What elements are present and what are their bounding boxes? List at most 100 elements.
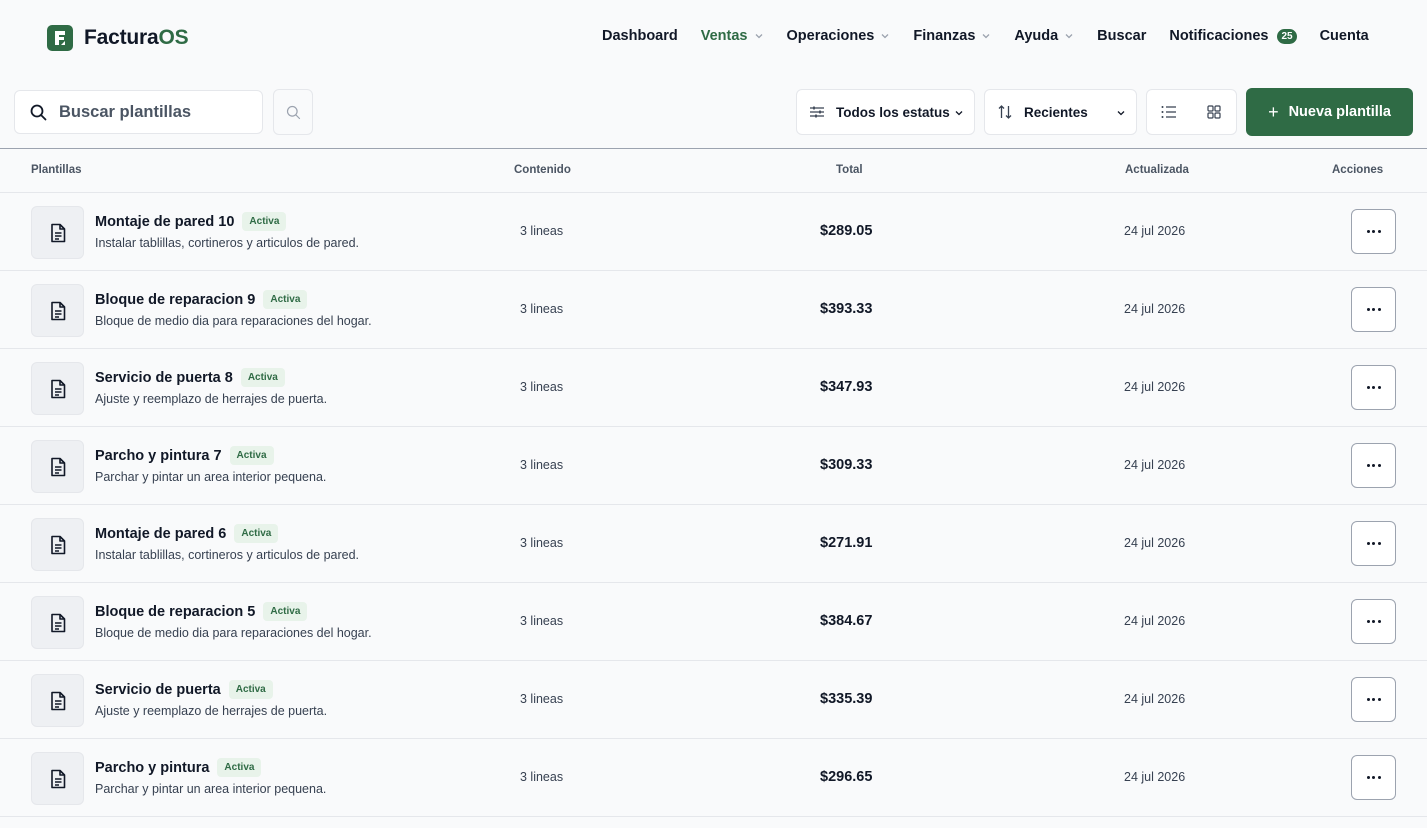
status-badge: Activa — [240, 368, 285, 387]
brand-logo[interactable]: FacturaOS — [47, 25, 189, 51]
search-templates-field[interactable] — [14, 90, 263, 134]
table-row[interactable]: Parcho y pintura Activa Parchar y pintar u… — [0, 739, 1427, 817]
chevron-down-icon — [755, 34, 762, 39]
header-updated[interactable]: Actualizada — [1125, 164, 1189, 176]
nav-notificaciones[interactable]: Notificaciones 25 — [1169, 28, 1297, 44]
document-icon — [31, 596, 84, 649]
template-name[interactable]: Bloque de reparacion 5 — [95, 604, 255, 620]
plus-icon: + — [1268, 102, 1279, 122]
table-row[interactable]: Servicio de puerta 8 Activa Ajuste y reemp… — [0, 349, 1427, 427]
chevron-down-icon — [955, 111, 963, 116]
nav-finanzas[interactable]: Finanzas — [913, 28, 991, 44]
template-updated: 24 jul 2026 — [1124, 536, 1186, 550]
template-name[interactable]: Parcho y pintura — [95, 760, 209, 776]
more-horizontal-icon — [1366, 230, 1381, 233]
search-input[interactable] — [59, 102, 239, 122]
template-content: 3 lineas — [520, 302, 564, 316]
notification-count-badge: 25 — [1277, 28, 1297, 44]
more-horizontal-icon — [1366, 542, 1381, 545]
nav-dashboard[interactable]: Dashboard — [602, 28, 678, 44]
template-content: 3 lineas — [520, 380, 564, 394]
template-name-cell: Parcho y pintura Activa — [95, 758, 262, 777]
template-description: Ajuste y reemplazo de herrajes de puerta… — [95, 704, 328, 718]
template-description: Instalar tablillas, cortineros y articul… — [95, 548, 360, 562]
template-total: $347.93 — [820, 379, 873, 395]
more-horizontal-icon — [1366, 386, 1381, 389]
template-total: $296.65 — [820, 769, 873, 785]
header-actions: Acciones — [1332, 164, 1384, 176]
table-row[interactable]: Servicio de puerta Activa Ajuste y reempla… — [0, 661, 1427, 739]
nav-operaciones[interactable]: Operaciones — [787, 28, 891, 44]
nav-ayuda[interactable]: Ayuda — [1014, 28, 1074, 44]
table-row[interactable]: Bloque de reparacion 9 Activa Bloque de me… — [0, 271, 1427, 349]
template-content: 3 lineas — [520, 692, 564, 706]
new-template-button[interactable]: + Nueva plantilla — [1246, 88, 1413, 136]
nav-ventas[interactable]: Ventas — [701, 28, 764, 44]
sort-label: Recientes — [1024, 104, 1088, 120]
template-name[interactable]: Montaje de pared 6 — [95, 526, 226, 542]
new-template-label: Nueva plantilla — [1288, 104, 1391, 120]
template-name[interactable]: Servicio de puerta 8 — [95, 370, 233, 386]
nav-cuenta[interactable]: Cuenta — [1320, 28, 1369, 44]
row-actions-button[interactable] — [1351, 443, 1396, 488]
table-row[interactable]: Montaje de pared 6 Activa Instalar tablill… — [0, 505, 1427, 583]
template-updated: 24 jul 2026 — [1124, 614, 1186, 628]
view-toggle — [1146, 89, 1237, 135]
template-description: Instalar tablillas, cortineros y articul… — [95, 236, 360, 250]
header-content[interactable]: Contenido — [514, 164, 571, 176]
table-row[interactable]: Bloque de reparacion 5 Activa Bloque de me… — [0, 583, 1427, 661]
grid-view-button[interactable] — [1192, 90, 1237, 134]
more-horizontal-icon — [1366, 776, 1381, 779]
template-total: $271.91 — [820, 535, 873, 551]
status-badge: Activa — [229, 446, 274, 465]
document-icon — [31, 674, 84, 727]
status-badge: Activa — [242, 212, 287, 231]
row-actions-button[interactable] — [1351, 209, 1396, 254]
row-actions-button[interactable] — [1351, 599, 1396, 644]
template-total: $289.05 — [820, 223, 873, 239]
template-total: $384.67 — [820, 613, 873, 629]
template-name-cell: Bloque de reparacion 9 Activa — [95, 290, 308, 309]
row-actions-button[interactable] — [1351, 521, 1396, 566]
chevron-down-icon — [1065, 34, 1073, 39]
header-total[interactable]: Total — [836, 164, 863, 176]
sort-select[interactable]: Recientes — [984, 89, 1137, 135]
document-icon — [31, 362, 84, 415]
template-name[interactable]: Montaje de pared 10 — [95, 214, 234, 230]
table-row[interactable]: Montaje de pared 10 Activa Instalar tablil… — [0, 193, 1427, 271]
chevron-down-icon — [881, 34, 889, 39]
document-icon — [31, 752, 84, 805]
template-updated: 24 jul 2026 — [1124, 302, 1186, 316]
row-actions-button[interactable] — [1351, 287, 1396, 332]
template-updated: 24 jul 2026 — [1124, 458, 1186, 472]
template-content: 3 lineas — [520, 770, 564, 784]
sliders-icon — [810, 106, 824, 118]
row-actions-button[interactable] — [1351, 365, 1396, 410]
template-name[interactable]: Bloque de reparacion 9 — [95, 292, 255, 308]
template-name-cell: Parcho y pintura 7 Activa — [95, 446, 274, 465]
table-header: Plantillas Contenido Total Actualizada A… — [0, 148, 1427, 193]
template-name-cell: Montaje de pared 6 Activa — [95, 524, 279, 543]
chevron-down-icon — [1117, 111, 1125, 116]
search-button[interactable] — [273, 89, 313, 135]
template-total: $309.33 — [820, 457, 873, 473]
document-icon — [31, 284, 84, 337]
table-row[interactable]: Parcho y pintura 7 Activa Parchar y pintar… — [0, 427, 1427, 505]
template-name[interactable]: Parcho y pintura 7 — [95, 448, 222, 464]
status-filter-select[interactable]: Todos los estatus — [796, 89, 975, 135]
status-badge: Activa — [263, 602, 308, 621]
top-navigation: FacturaOS Dashboard Ventas Operaciones F… — [0, 0, 1427, 76]
status-badge: Activa — [234, 524, 279, 543]
search-icon — [30, 104, 47, 120]
status-badge: Activa — [217, 758, 262, 777]
main-nav: Dashboard Ventas Operaciones Finanzas Ay… — [602, 28, 1392, 44]
template-name[interactable]: Servicio de puerta — [95, 682, 221, 698]
nav-buscar[interactable]: Buscar — [1097, 28, 1146, 44]
status-badge: Activa — [228, 680, 273, 699]
row-actions-button[interactable] — [1351, 755, 1396, 800]
header-templates[interactable]: Plantillas — [31, 164, 82, 176]
template-name-cell: Servicio de puerta 8 Activa — [95, 368, 285, 387]
list-view-button[interactable] — [1147, 90, 1192, 134]
list-icon — [1161, 106, 1177, 118]
row-actions-button[interactable] — [1351, 677, 1396, 722]
